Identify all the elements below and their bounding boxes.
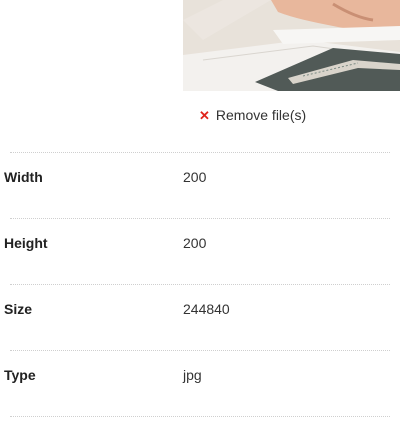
image-preview bbox=[183, 0, 400, 91]
close-icon: ✕ bbox=[199, 107, 210, 123]
size-value: 244840 bbox=[183, 301, 230, 317]
divider bbox=[10, 152, 390, 153]
size-label: Size bbox=[4, 301, 33, 317]
divider bbox=[10, 284, 390, 285]
width-value: 200 bbox=[183, 169, 207, 185]
height-value: 200 bbox=[183, 235, 207, 251]
preview-image bbox=[183, 0, 400, 91]
type-value: jpg bbox=[183, 367, 202, 383]
height-label: Height bbox=[4, 235, 48, 251]
divider bbox=[10, 350, 390, 351]
divider bbox=[10, 218, 390, 219]
type-label: Type bbox=[4, 367, 36, 383]
remove-files-label: Remove file(s) bbox=[215, 107, 307, 123]
width-label: Width bbox=[4, 169, 43, 185]
divider bbox=[10, 416, 390, 417]
remove-files-button[interactable]: ✕ Remove file(s) bbox=[199, 104, 306, 126]
